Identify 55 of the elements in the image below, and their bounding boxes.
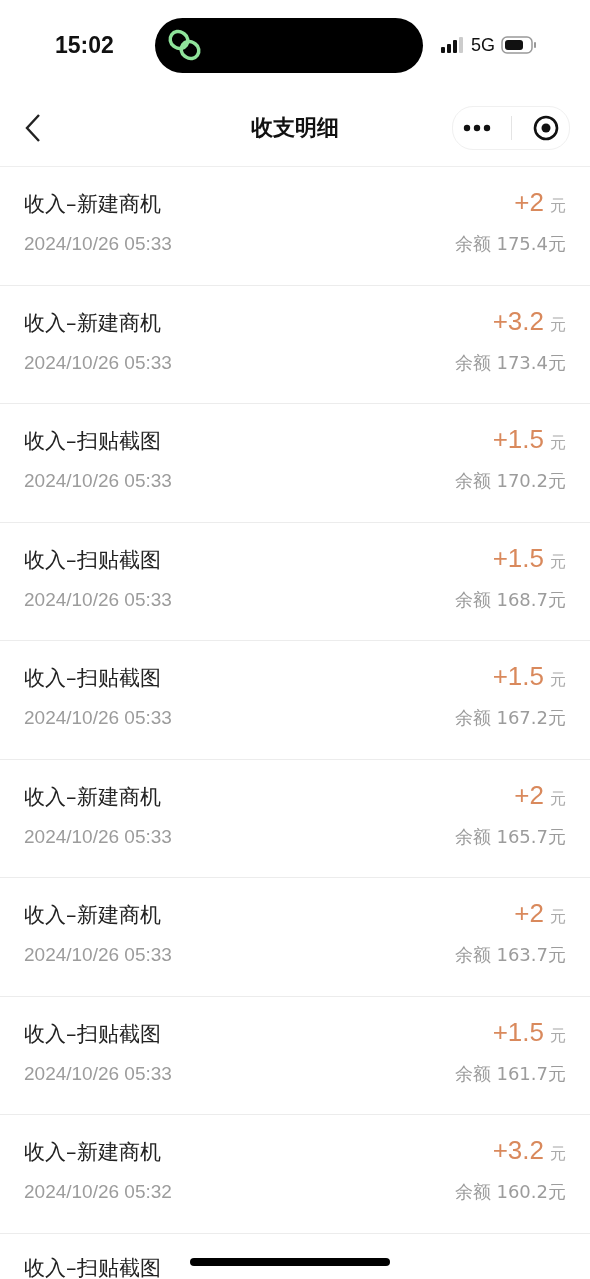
page-title: 收支明细	[250, 114, 340, 142]
transaction-amount: +3.2	[492, 305, 544, 337]
transaction-amount: +1.5	[492, 424, 544, 455]
more-icon[interactable]	[463, 124, 492, 132]
transaction-amount: +2	[514, 779, 544, 811]
balance-text: 余额 168.7元	[454, 587, 566, 612]
transaction-title: 收入–扫贴截图	[24, 665, 161, 692]
transaction-amount: +1.5	[492, 542, 544, 574]
balance-text: 余额 165.7元	[454, 824, 566, 849]
currency-unit: 元	[550, 551, 566, 573]
balance-text: 余额 163.7元	[454, 943, 566, 967]
status-time: 15:02	[55, 31, 115, 59]
currency-unit: 元	[550, 1025, 566, 1047]
transaction-time: 2024/10/26 05:33	[24, 1062, 172, 1085]
transaction-title: 收入–新建商机	[24, 1139, 161, 1166]
transaction-time: 2024/10/26 05:33	[24, 944, 172, 966]
close-target-icon[interactable]	[532, 115, 559, 141]
balance-text: 余额 161.7元	[454, 1061, 566, 1086]
transaction-time: 2024/10/26 05:33	[24, 825, 172, 848]
currency-unit: 元	[550, 907, 566, 928]
currency-unit: 元	[550, 1144, 566, 1165]
transaction-amount: +2	[514, 898, 544, 929]
balance-text: 余额 167.2元	[454, 706, 566, 730]
transaction-title: 收入–新建商机	[24, 191, 161, 218]
transaction-title: 收入–新建商机	[24, 309, 161, 337]
back-icon[interactable]	[24, 113, 42, 143]
transaction-title: 收入–扫贴截图	[24, 428, 161, 455]
transaction-time: 2024/10/26 05:33	[24, 233, 172, 255]
transaction-amount: +1.5	[492, 1016, 544, 1048]
currency-unit: 元	[550, 788, 566, 810]
transaction-time: 2024/10/26 05:33	[24, 351, 172, 374]
battery-icon	[501, 36, 537, 54]
transaction-amount: +3.2	[492, 1135, 544, 1166]
balance-text: 余额 170.2元	[454, 469, 566, 493]
transaction-amount: +1.5	[492, 661, 544, 692]
chain-link-icon	[167, 29, 203, 61]
balance-text: 余额 173.4元	[454, 350, 566, 375]
transaction-title: 收入–新建商机	[24, 902, 161, 929]
signal-icon	[441, 37, 465, 53]
transaction-title: 收入–新建商机	[24, 783, 161, 811]
transaction-time: 2024/10/26 05:33	[24, 588, 172, 611]
transaction-time: 2024/10/26 05:33	[24, 470, 172, 492]
balance-text: 余额 160.2元	[454, 1180, 566, 1204]
balance-text: 余额 175.4元	[454, 232, 566, 256]
transaction-title: 收入–扫贴截图	[24, 1020, 161, 1048]
transaction-time: 2024/10/26 05:32	[24, 1181, 172, 1203]
currency-unit: 元	[550, 196, 566, 217]
currency-unit: 元	[550, 314, 566, 336]
transaction-time: 2024/10/26 05:33	[24, 707, 172, 729]
transaction-title: 收入–扫贴截图	[24, 546, 161, 574]
currency-unit: 元	[550, 670, 566, 691]
currency-unit: 元	[550, 433, 566, 454]
transaction-amount: +2	[514, 187, 544, 218]
network-type: 5G	[471, 34, 495, 56]
transaction-title: 收入–扫贴截图	[24, 1254, 161, 1279]
